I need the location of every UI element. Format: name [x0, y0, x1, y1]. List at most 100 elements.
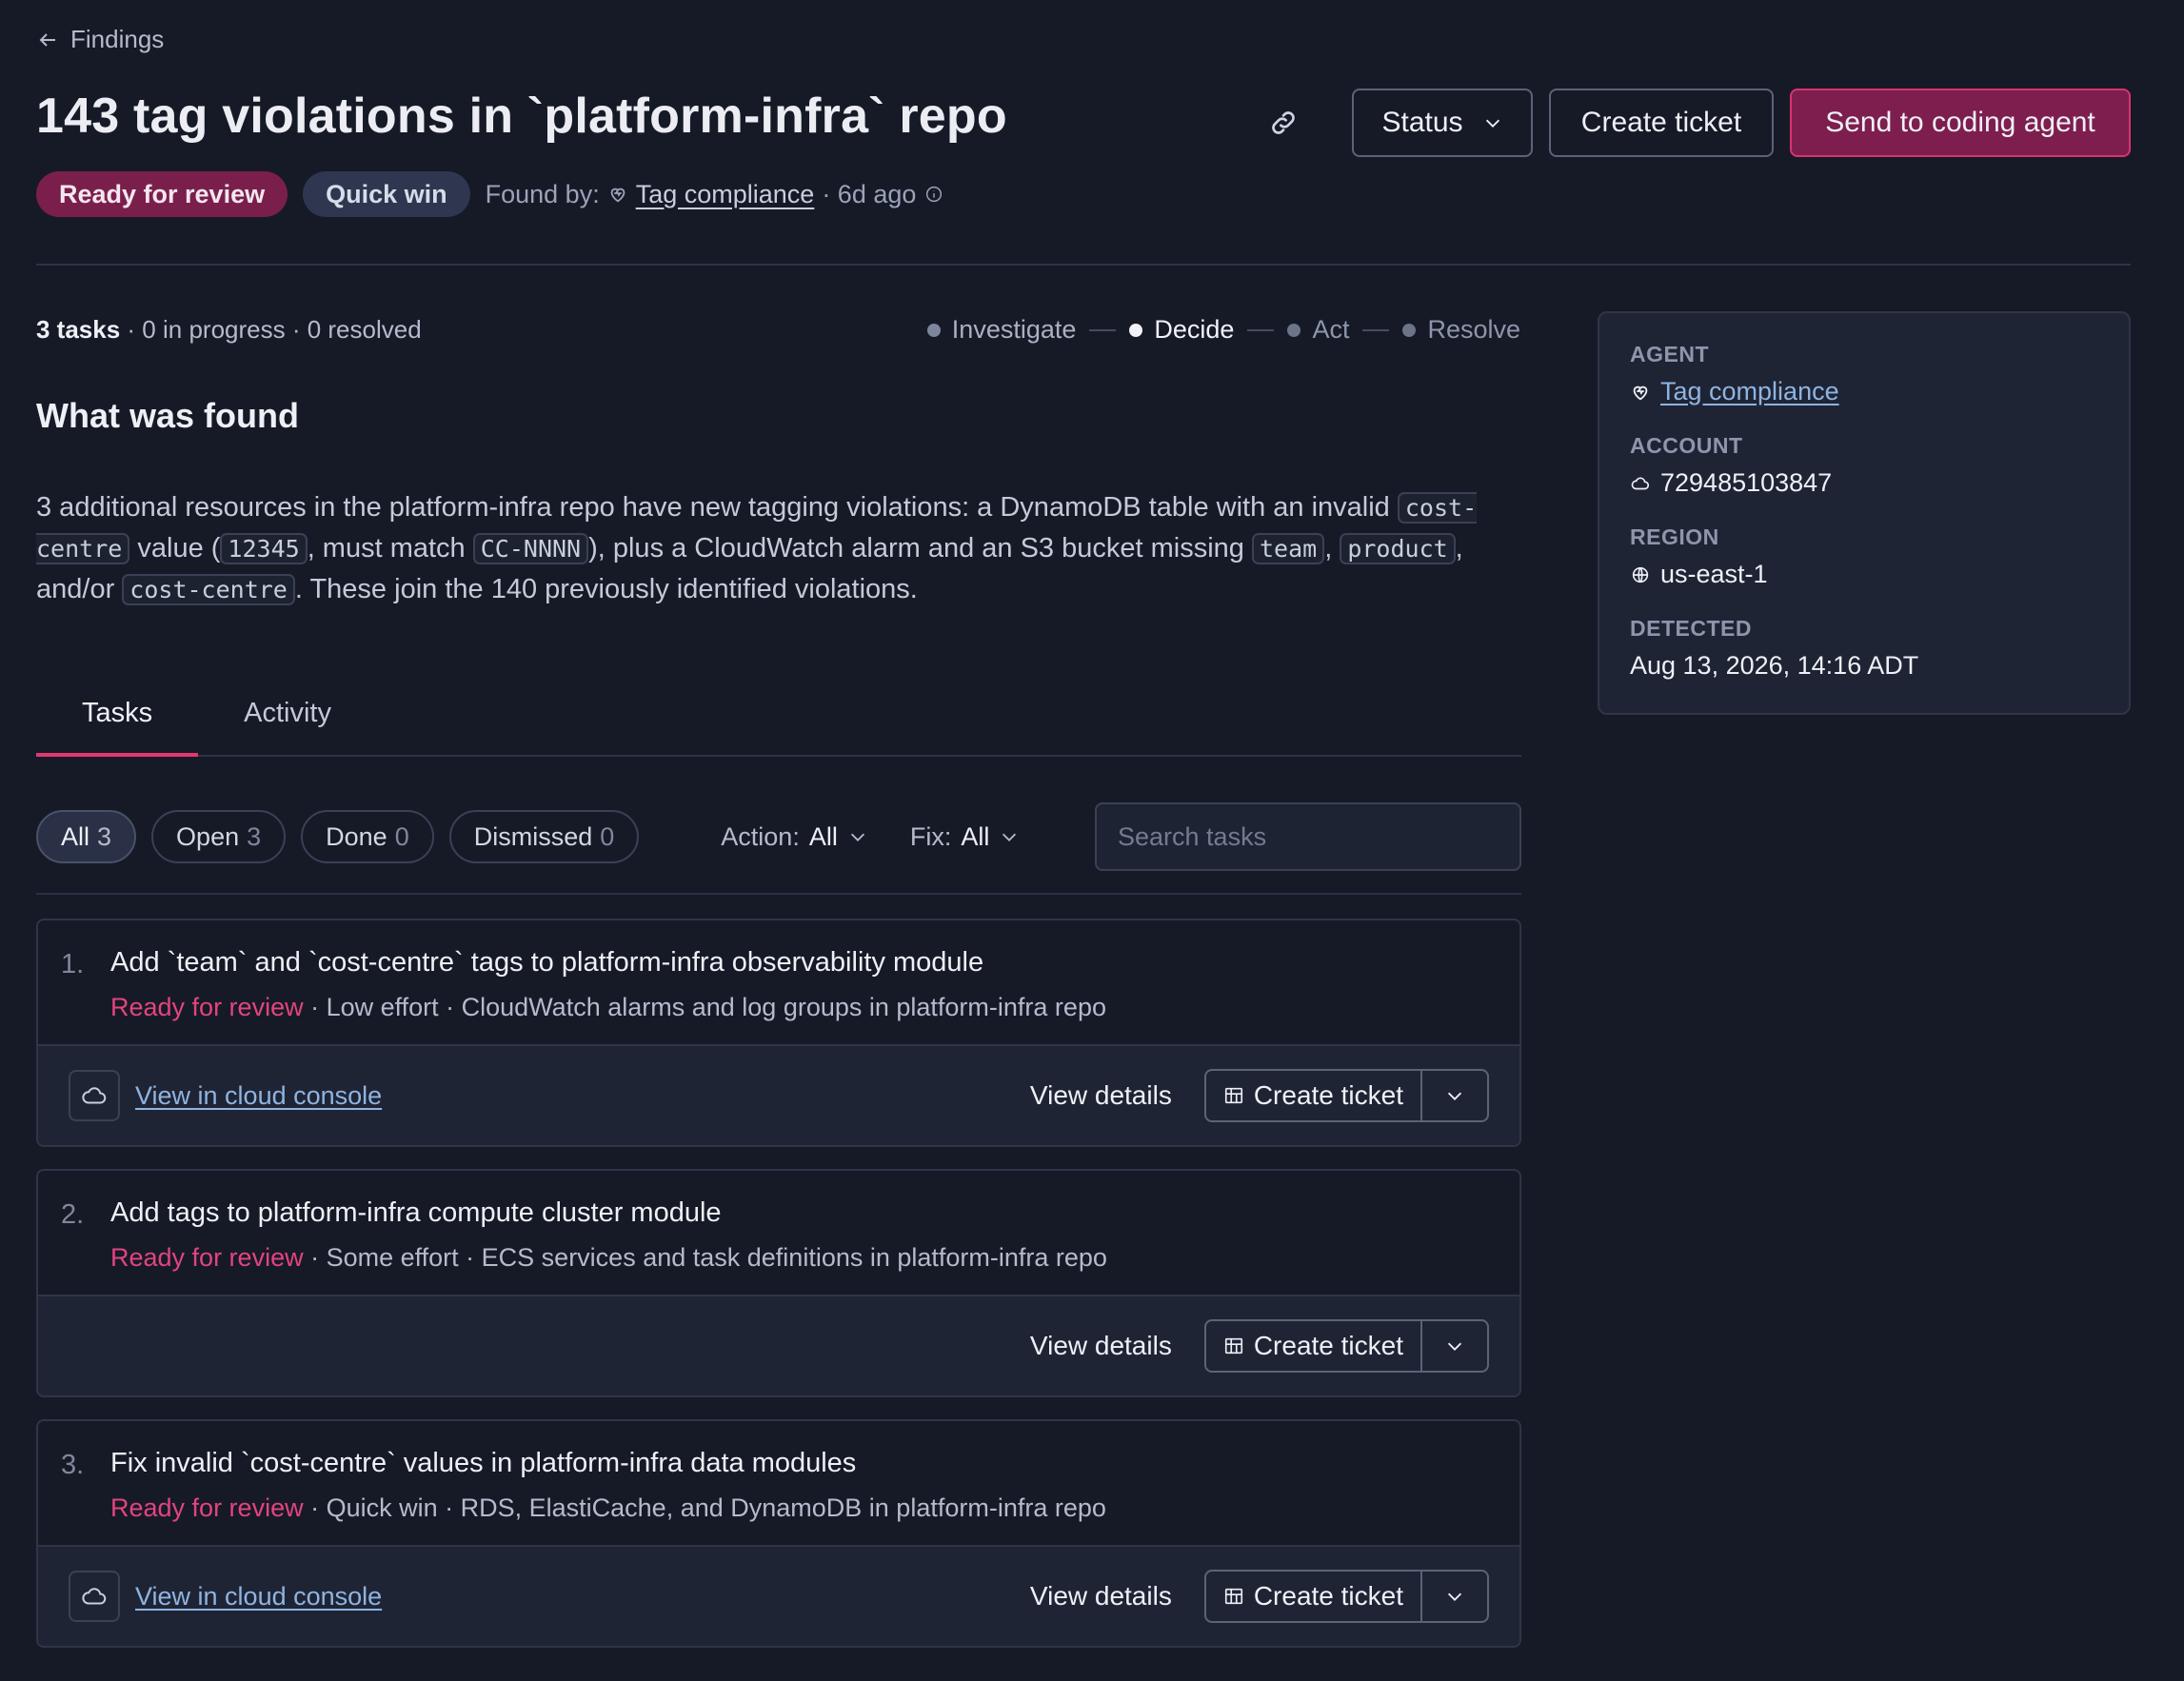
view-details-button[interactable]: View details — [1030, 1080, 1172, 1111]
task-state: Ready for review — [110, 1493, 304, 1522]
task-card-header[interactable]: 1. Add `team` and `cost-centre` tags to … — [38, 920, 1519, 1044]
filter-chip-dismissed[interactable]: Dismissed 0 — [448, 810, 640, 863]
task-card-header[interactable]: 3. Fix invalid `cost-centre` values in p… — [38, 1421, 1519, 1545]
chip-label: Open — [176, 821, 240, 851]
cloud-icon — [82, 1588, 107, 1605]
fix-filter-dropdown[interactable]: Fix: All — [910, 822, 1021, 852]
chevron-down-icon — [1003, 833, 1017, 841]
account-label: ACCOUNT — [1630, 433, 1743, 458]
create-ticket-button[interactable]: Create ticket — [1549, 89, 1774, 157]
step-resolve: Resolve — [1402, 315, 1520, 345]
chevron-down-icon — [1485, 119, 1499, 128]
desc-text: . These join the 140 previously identifi… — [294, 574, 918, 604]
task-create-ticket-button[interactable]: Create ticket — [1206, 1572, 1422, 1621]
tasks-summary: 3 tasks · 0 in progress · 0 resolved — [36, 315, 422, 345]
agent-link[interactable]: Tag compliance — [1660, 377, 1839, 406]
task-number: 1. — [61, 949, 85, 979]
task-title: Fix invalid `cost-centre` values in plat… — [110, 1448, 857, 1478]
tab-tasks[interactable]: Tasks — [36, 695, 199, 757]
detected-label: DETECTED — [1630, 616, 1752, 641]
chevron-down-icon — [850, 833, 864, 841]
task-number: 2. — [61, 1199, 85, 1230]
step-label: Act — [1312, 315, 1350, 344]
task-title: Add `team` and `cost-centre` tags to pla… — [110, 947, 984, 978]
step-connector — [1089, 328, 1117, 331]
tab-bar: Tasks Activity — [36, 695, 1521, 757]
search-tasks-input[interactable] — [1095, 802, 1521, 871]
detected-value: Aug 13, 2026, 14:16 ADT — [1630, 651, 1919, 680]
region-name: us-east-1 — [1660, 560, 1768, 588]
status-dropdown-button[interactable]: Status — [1352, 89, 1533, 157]
found-by-label: Found by: — [485, 179, 600, 208]
chevron-down-icon — [1447, 1592, 1462, 1601]
task-create-ticket-button[interactable]: Create ticket — [1206, 1321, 1422, 1371]
action-filter-dropdown[interactable]: Action: All — [721, 822, 868, 852]
task-filters: All 3 Open 3 Done 0 Dismissed 0 Action: All … — [36, 802, 1521, 871]
create-ticket-label: Create ticket — [1253, 1331, 1403, 1360]
header-divider — [36, 264, 2131, 266]
status-button-label: Status — [1381, 107, 1463, 138]
task-number: 3. — [61, 1450, 85, 1480]
create-ticket-options-button[interactable] — [1422, 1071, 1487, 1120]
filter-chip-all[interactable]: All 3 — [36, 810, 137, 863]
copy-link-button[interactable] — [1255, 89, 1312, 156]
tab-activity[interactable]: Activity — [198, 695, 377, 757]
desc-text: 3 additional resources in the platform-i… — [36, 492, 1398, 523]
create-ticket-label: Create ticket — [1253, 1581, 1403, 1611]
cloud-console-button[interactable] — [69, 1070, 120, 1121]
create-ticket-split-button: Create ticket — [1203, 1570, 1489, 1623]
step-dot — [1287, 323, 1301, 337]
desc-text: , — [1324, 533, 1340, 564]
cloud-console-button[interactable] — [69, 1571, 120, 1622]
step-dot — [926, 323, 941, 337]
chip-count: 0 — [394, 821, 409, 851]
heart-agent-icon — [610, 188, 625, 203]
view-details-button[interactable]: View details — [1030, 1581, 1172, 1612]
chip-count: 3 — [247, 821, 262, 851]
task-card-footer: View in cloud console View details Creat… — [38, 1545, 1519, 1646]
desc-text: ), plus a CloudWatch alarm and an S3 buc… — [588, 533, 1252, 564]
back-link-findings[interactable]: Findings — [36, 25, 164, 54]
desc-code: CC-NNNN — [472, 533, 589, 564]
info-icon[interactable] — [923, 184, 944, 205]
create-ticket-split-button: Create ticket — [1203, 1319, 1489, 1373]
send-to-coding-agent-button[interactable]: Send to coding agent — [1790, 89, 2131, 157]
found-by-agent-link[interactable]: Tag compliance — [636, 180, 815, 209]
page-title: 143 tag violations in `platform-infra` r… — [36, 89, 1007, 144]
task-detail: · Low effort · CloudWatch alarms and log… — [303, 993, 1106, 1021]
finding-meta-row: Ready for review Quick win Found by: Tag… — [36, 171, 944, 217]
view-in-cloud-console-link[interactable]: View in cloud console — [135, 1081, 382, 1111]
fix-filter-value: All — [961, 821, 990, 851]
chip-count: 0 — [600, 821, 615, 851]
link-icon — [1272, 111, 1295, 134]
chip-count: 3 — [97, 821, 112, 851]
agent-label: AGENT — [1630, 342, 1709, 366]
back-label: Findings — [70, 25, 165, 53]
filter-chip-open[interactable]: Open 3 — [151, 810, 287, 863]
arrow-left-icon — [39, 32, 55, 47]
task-card-footer: View details Create ticket — [38, 1295, 1519, 1395]
region-label: REGION — [1630, 524, 1719, 549]
agent-value: Tag compliance — [1630, 377, 2098, 406]
step-dot — [1129, 323, 1143, 337]
task-card-footer: View in cloud console View details Creat… — [38, 1044, 1519, 1145]
cloud-icon — [82, 1087, 107, 1104]
globe-icon — [1632, 566, 1649, 583]
chip-label: Dismissed — [473, 821, 593, 851]
filter-chip-done[interactable]: Done 0 — [301, 810, 434, 863]
account-id: 729485103847 — [1660, 468, 1833, 497]
fix-filter-label: Fix: — [909, 821, 952, 851]
create-ticket-options-button[interactable] — [1422, 1572, 1487, 1621]
task-create-ticket-button[interactable]: Create ticket — [1206, 1071, 1422, 1120]
chip-label: Done — [326, 821, 387, 851]
create-ticket-options-button[interactable] — [1422, 1321, 1487, 1371]
view-in-cloud-console-link[interactable]: View in cloud console — [135, 1582, 382, 1612]
task-card-header[interactable]: 2. Add tags to platform-infra compute cl… — [38, 1171, 1519, 1295]
desc-code: cost-centre — [122, 574, 295, 605]
view-details-button[interactable]: View details — [1030, 1331, 1172, 1361]
action-filter-label: Action: — [721, 821, 800, 851]
step-investigate: Investigate — [926, 315, 1077, 345]
step-label: Investigate — [951, 315, 1077, 344]
step-dot — [1402, 323, 1417, 337]
task-state: Ready for review — [110, 993, 304, 1021]
